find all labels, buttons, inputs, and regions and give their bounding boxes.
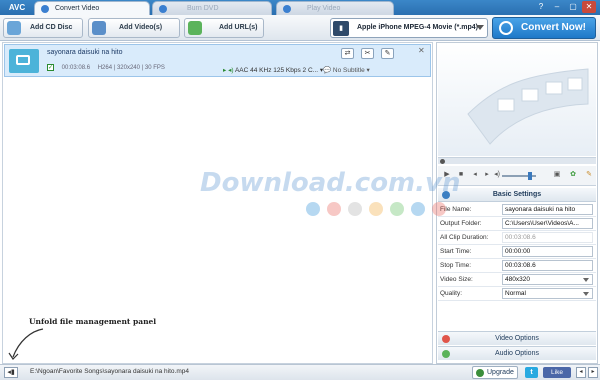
quality-select[interactable]: Normal xyxy=(502,288,593,299)
wand-icon[interactable]: ✎ xyxy=(584,170,594,180)
toolbar: Add CD Disc Add Video(s) Add URL(s) ▮ Ap… xyxy=(0,15,600,41)
cd-icon xyxy=(7,21,21,35)
unfold-hint: Unfold file management panel xyxy=(29,317,157,326)
add-videos-button[interactable]: Add Video(s) xyxy=(88,18,180,38)
merge-icon[interactable]: ⇄ xyxy=(341,48,354,59)
chevron-down-icon xyxy=(476,25,484,30)
video-size-select[interactable]: 480x320 xyxy=(502,274,593,285)
list-item[interactable]: sayonara daisuki na hito ✓ 00:03:08.6 H2… xyxy=(4,44,431,77)
tab-burn-dvd[interactable]: Burn DVD xyxy=(152,1,272,15)
twitter-button[interactable]: t xyxy=(525,367,538,378)
dot xyxy=(411,202,425,216)
file-info: ✓ 00:03:08.6 H264 | 320x240 | 30 FPS xyxy=(47,64,171,71)
stop-time-field[interactable]: 00:03:08.6 xyxy=(502,260,593,271)
duration-field: 00:03:08.6 xyxy=(502,232,593,243)
film-strip-icon xyxy=(467,68,589,145)
output-folder-field[interactable]: C:\Users\User\Videos\A... xyxy=(502,218,593,229)
video-info-text: H264 | 320x240 | 30 FPS xyxy=(97,65,165,72)
add-urls-button[interactable]: Add URL(s) xyxy=(184,18,264,38)
refresh-icon xyxy=(499,21,513,35)
file-checkbox[interactable]: ✓ xyxy=(47,64,54,71)
tab-play-video[interactable]: Play Video xyxy=(276,1,394,15)
setting-row-video-size: Video Size: 480x320 xyxy=(438,273,596,287)
next-frame-icon[interactable]: ▸ xyxy=(482,170,492,180)
start-time-field[interactable]: 00:00:00 xyxy=(502,246,593,257)
video-thumbnail xyxy=(9,49,39,73)
dvd-tab-icon xyxy=(159,5,167,13)
curved-arrow-icon xyxy=(8,328,44,360)
settings-table: File Name: sayonara daisuki na hito Outp… xyxy=(438,203,596,301)
volume-knob[interactable] xyxy=(528,172,532,180)
help-button[interactable]: ? xyxy=(534,1,548,13)
facebook-like-button[interactable]: Like xyxy=(543,367,571,378)
right-panel: ▶ ■ ◂ ▸ ◂) ▣ ✿ ✎ Basic Settings File Nam… xyxy=(436,42,598,364)
remove-file-icon[interactable]: ✕ xyxy=(418,47,426,55)
dot xyxy=(348,202,362,216)
setting-row-output-folder: Output Folder: C:\Users\User\Videos\A... xyxy=(438,217,596,231)
film-icon xyxy=(16,55,30,65)
device-icon: ▮ xyxy=(333,21,349,36)
player-controls: ▶ ■ ◂ ▸ ◂) ▣ ✿ ✎ xyxy=(438,166,596,186)
video-options-header[interactable]: Video Options xyxy=(438,331,596,345)
subtitle-icon: 💬 xyxy=(323,67,332,74)
unfold-panel-button[interactable]: ◂▮ xyxy=(4,367,18,378)
dot xyxy=(390,202,404,216)
snapshot-icon[interactable]: ▣ xyxy=(552,170,562,180)
video-file-icon xyxy=(92,21,106,35)
window-controls: ? – ▢ ✕ xyxy=(534,1,596,14)
upgrade-icon xyxy=(476,369,484,377)
watermark-dots xyxy=(306,202,446,216)
setting-row-stop-time: Stop Time: 00:03:08.6 xyxy=(438,259,596,273)
minimize-button[interactable]: – xyxy=(550,1,564,13)
watermark: Download.com.vn xyxy=(200,168,461,198)
seek-bar[interactable] xyxy=(438,157,596,164)
close-button[interactable]: ✕ xyxy=(582,1,596,13)
basic-settings-header[interactable]: Basic Settings xyxy=(438,188,596,202)
title-bar: AVC Convert Video Burn DVD Play Video ? … xyxy=(0,0,600,15)
subtitle-select[interactable]: 💬 No Subtitle ▾ xyxy=(323,66,370,74)
maximize-button[interactable]: ▢ xyxy=(566,1,580,13)
setting-row-duration: All Clip Duration: 00:03:08.6 xyxy=(438,231,596,245)
dot xyxy=(369,202,383,216)
status-bar: ◂▮ E:\Ngoan\Favorite Songs\sayonara dais… xyxy=(0,364,600,380)
upgrade-button[interactable]: Upgrade xyxy=(472,366,518,379)
file-name: sayonara daisuki na hito xyxy=(47,49,123,56)
dot xyxy=(327,202,341,216)
audio-icon: ▸ ◂) xyxy=(223,67,234,74)
prev-frame-icon[interactable]: ◂ xyxy=(470,170,480,180)
dot xyxy=(306,202,320,216)
volume-icon[interactable]: ◂) xyxy=(492,170,502,180)
dot xyxy=(432,202,446,216)
audio-options-header[interactable]: Audio Options xyxy=(438,346,596,360)
cut-icon[interactable]: ✂ xyxy=(361,48,374,59)
url-icon xyxy=(188,21,202,35)
setting-row-quality: Quality: Normal xyxy=(438,287,596,301)
effects-icon[interactable]: ✎ xyxy=(381,48,394,59)
output-profile-select[interactable]: ▮ Apple iPhone MPEG-4 Movie (*.mp4) xyxy=(330,18,488,38)
seek-knob[interactable] xyxy=(440,159,445,164)
video-preview xyxy=(438,44,596,156)
convert-now-button[interactable]: Convert Now! xyxy=(492,17,596,39)
add-cd-disc-button[interactable]: Add CD Disc xyxy=(3,18,83,38)
volume-slider[interactable] xyxy=(502,172,536,180)
audio-track-select[interactable]: ▸ ◂) AAC 44 KHz 125 Kbps 2 C... ▾ xyxy=(223,66,323,74)
tab-convert-video[interactable]: Convert Video xyxy=(34,1,150,15)
setting-row-file-name: File Name: sayonara daisuki na hito xyxy=(438,203,596,217)
duration-text: 00:03:08.6 xyxy=(61,65,91,72)
app-logo: AVC xyxy=(8,3,26,12)
convert-tab-icon xyxy=(41,5,49,13)
settings-icon[interactable]: ✿ xyxy=(568,170,578,180)
prev-icon[interactable]: ◂ xyxy=(576,367,586,378)
file-path: E:\Ngoan\Favorite Songs\sayonara daisuki… xyxy=(30,368,189,375)
file-name-field[interactable]: sayonara daisuki na hito xyxy=(502,204,593,215)
next-icon[interactable]: ▸ xyxy=(588,367,598,378)
setting-row-start-time: Start Time: 00:00:00 xyxy=(438,245,596,259)
play-tab-icon xyxy=(283,5,291,13)
